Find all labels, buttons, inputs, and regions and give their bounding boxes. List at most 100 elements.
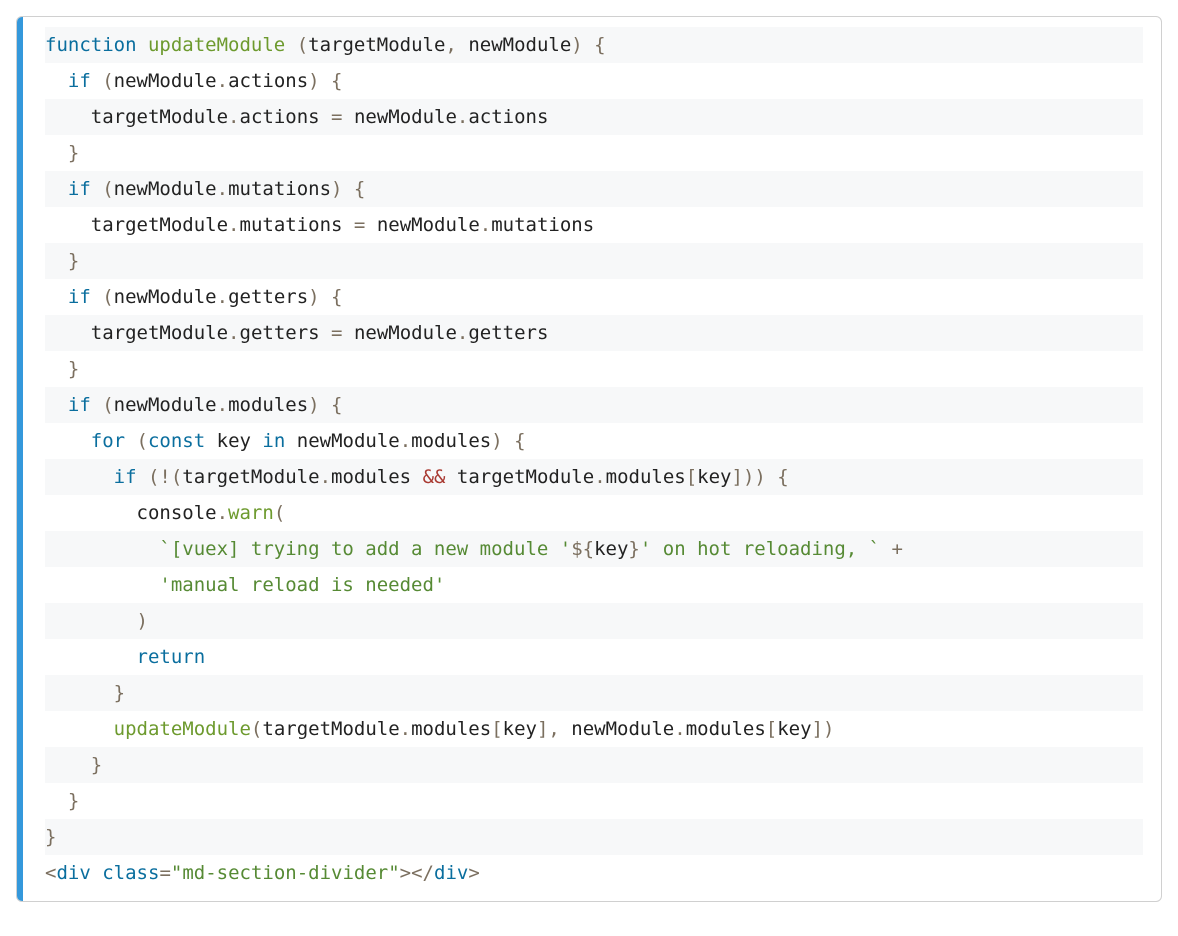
- code-token: [342, 214, 353, 236]
- code-token: [45, 322, 91, 344]
- code-token: div: [434, 862, 468, 884]
- code-line: }: [45, 675, 1143, 711]
- code-line: }: [45, 819, 1143, 855]
- code-token: [320, 106, 331, 128]
- code-token: modules: [411, 718, 491, 740]
- code-token: ) {: [491, 430, 525, 452]
- code-token: updateModule: [114, 718, 251, 740]
- code-token: ' on hot reloading, `: [640, 538, 880, 560]
- code-token: [45, 430, 91, 452]
- code-token: [285, 430, 296, 452]
- code-token: (: [91, 178, 114, 200]
- code-token: [251, 430, 262, 452]
- code-token: [45, 574, 159, 596]
- code-token: targetModule: [457, 466, 594, 488]
- code-token: 'manual reload is needed': [159, 574, 445, 596]
- code-token: ${: [571, 538, 594, 560]
- code-line: }: [45, 747, 1143, 783]
- code-token: .: [320, 466, 331, 488]
- code-token: .: [217, 502, 228, 524]
- code-token: newModule: [354, 106, 457, 128]
- code-token: mutations: [240, 214, 343, 236]
- code-token: .: [228, 106, 239, 128]
- code-token: if: [68, 178, 91, 200]
- code-token: .: [674, 718, 685, 740]
- code-line: function updateModule (targetModule, new…: [45, 27, 1143, 63]
- code-token: warn: [228, 502, 274, 524]
- code-token: .: [400, 718, 411, 740]
- code-token: (!(: [137, 466, 183, 488]
- code-token: ) {: [308, 286, 342, 308]
- code-token: newModule: [114, 394, 217, 416]
- code-token: }: [45, 682, 125, 704]
- code-token: modules: [686, 718, 766, 740]
- code-token: actions: [240, 106, 320, 128]
- code-token: [91, 862, 102, 884]
- code-token: (: [285, 34, 308, 56]
- code-token: newModule: [297, 430, 400, 452]
- code-line: for (const key in newModule.modules) {: [45, 423, 1143, 459]
- code-line: if (newModule.modules) {: [45, 387, 1143, 423]
- code-line: console.warn(: [45, 495, 1143, 531]
- code-token: for: [91, 430, 125, 452]
- code-token: class: [102, 862, 159, 884]
- code-block: function updateModule (targetModule, new…: [16, 16, 1162, 902]
- code-line: if (newModule.mutations) {: [45, 171, 1143, 207]
- code-token: ) {: [308, 70, 342, 92]
- code-token: if: [68, 70, 91, 92]
- code-token: in: [262, 430, 285, 452]
- code-token: [45, 286, 68, 308]
- code-token: actions: [468, 106, 548, 128]
- code-token: getters: [468, 322, 548, 344]
- code-token: targetModule: [308, 34, 445, 56]
- code-token: newModule: [114, 178, 217, 200]
- code-token: mutations: [491, 214, 594, 236]
- code-token: [: [686, 466, 697, 488]
- code-token: targetModule: [182, 466, 319, 488]
- code-token: [880, 538, 891, 560]
- code-token: <: [45, 862, 56, 884]
- code-token: (: [125, 430, 148, 452]
- code-token: key: [503, 718, 537, 740]
- code-line: if (newModule.actions) {: [45, 63, 1143, 99]
- code-token: [45, 502, 137, 524]
- code-token: ]): [812, 718, 835, 740]
- code-token: `[vuex] trying to add a new module ': [159, 538, 571, 560]
- code-token: (: [91, 394, 114, 416]
- code-token: .: [457, 106, 468, 128]
- code-token: [45, 214, 91, 236]
- code-token: .: [594, 466, 605, 488]
- code-token: [137, 34, 148, 56]
- code-token: .: [228, 322, 239, 344]
- code-token: ): [45, 610, 148, 632]
- code-token: key: [217, 430, 251, 452]
- code-line: if (!(targetModule.modules && targetModu…: [45, 459, 1143, 495]
- code-line: targetModule.mutations = newModule.mutat…: [45, 207, 1143, 243]
- code-token: targetModule: [91, 106, 228, 128]
- code-token: ) {: [331, 178, 365, 200]
- code-token: modules: [331, 466, 411, 488]
- code-token: ],: [537, 718, 571, 740]
- code-line: }: [45, 351, 1143, 387]
- code-token: newModule: [571, 718, 674, 740]
- code-token: newModule: [114, 70, 217, 92]
- code-token: ])) {: [732, 466, 789, 488]
- code-token: newModule: [468, 34, 571, 56]
- code-token: [45, 538, 159, 560]
- code-line: }: [45, 135, 1143, 171]
- code-token: &&: [423, 466, 446, 488]
- code-token: .: [228, 214, 239, 236]
- code-content[interactable]: function updateModule (targetModule, new…: [17, 17, 1161, 901]
- code-token: (: [91, 286, 114, 308]
- code-token: updateModule: [148, 34, 285, 56]
- code-line: targetModule.getters = newModule.getters: [45, 315, 1143, 351]
- code-token: newModule: [377, 214, 480, 236]
- code-token: =: [159, 862, 170, 884]
- code-token: [205, 430, 216, 452]
- code-token: console: [137, 502, 217, 524]
- code-line: }: [45, 243, 1143, 279]
- code-token: targetModule: [262, 718, 399, 740]
- code-token: (: [274, 502, 285, 524]
- code-token: [445, 466, 456, 488]
- code-token: }: [45, 790, 79, 812]
